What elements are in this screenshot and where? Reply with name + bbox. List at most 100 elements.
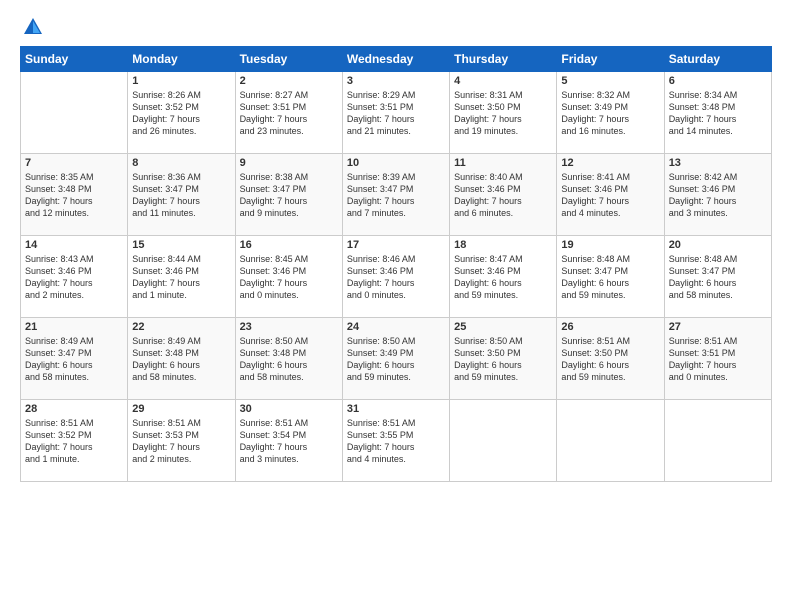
day-info: Sunrise: 8:45 AM Sunset: 3:46 PM Dayligh…: [240, 253, 338, 302]
calendar-cell: 2 Sunrise: 8:27 AM Sunset: 3:51 PM Daylig…: [235, 72, 342, 154]
day-number: 12: [561, 157, 659, 169]
calendar-week-5: 28 Sunrise: 8:51 AM Sunset: 3:52 PM Dayli…: [21, 400, 772, 482]
day-number: 19: [561, 239, 659, 251]
calendar-cell: 30 Sunrise: 8:51 AM Sunset: 3:54 PM Dayli…: [235, 400, 342, 482]
calendar-week-2: 7 Sunrise: 8:35 AM Sunset: 3:48 PM Daylig…: [21, 154, 772, 236]
weekday-header-wednesday: Wednesday: [342, 47, 449, 72]
weekday-header-friday: Friday: [557, 47, 664, 72]
logo-icon: [22, 16, 44, 38]
day-info: Sunrise: 8:50 AM Sunset: 3:48 PM Dayligh…: [240, 335, 338, 384]
day-info: Sunrise: 8:34 AM Sunset: 3:48 PM Dayligh…: [669, 89, 767, 138]
day-number: 27: [669, 321, 767, 333]
day-number: 1: [132, 75, 230, 87]
day-number: 24: [347, 321, 445, 333]
day-info: Sunrise: 8:46 AM Sunset: 3:46 PM Dayligh…: [347, 253, 445, 302]
calendar-cell: [557, 400, 664, 482]
day-info: Sunrise: 8:42 AM Sunset: 3:46 PM Dayligh…: [669, 171, 767, 220]
calendar-cell: 29 Sunrise: 8:51 AM Sunset: 3:53 PM Dayli…: [128, 400, 235, 482]
day-number: 11: [454, 157, 552, 169]
calendar-cell: 17 Sunrise: 8:46 AM Sunset: 3:46 PM Dayli…: [342, 236, 449, 318]
day-info: Sunrise: 8:43 AM Sunset: 3:46 PM Dayligh…: [25, 253, 123, 302]
calendar-cell: 15 Sunrise: 8:44 AM Sunset: 3:46 PM Dayli…: [128, 236, 235, 318]
day-number: 25: [454, 321, 552, 333]
calendar-cell: 3Sunrise: 8:29 AM Sunset: 3:51 PM Daylig…: [342, 72, 449, 154]
logo: [20, 18, 44, 38]
day-number: 20: [669, 239, 767, 251]
day-number: 7: [25, 157, 123, 169]
day-info: Sunrise: 8:29 AM Sunset: 3:51 PM Dayligh…: [347, 89, 445, 138]
calendar-cell: 24Sunrise: 8:50 AM Sunset: 3:49 PM Dayli…: [342, 318, 449, 400]
calendar-cell: 6Sunrise: 8:34 AM Sunset: 3:48 PM Daylig…: [664, 72, 771, 154]
day-number: 21: [25, 321, 123, 333]
weekday-header-row: SundayMondayTuesdayWednesdayThursdayFrid…: [21, 47, 772, 72]
day-number: 9: [240, 157, 338, 169]
day-number: 28: [25, 403, 123, 415]
calendar-cell: 18 Sunrise: 8:47 AM Sunset: 3:46 PM Dayli…: [450, 236, 557, 318]
day-info: Sunrise: 8:51 AM Sunset: 3:51 PM Dayligh…: [669, 335, 767, 384]
day-number: 15: [132, 239, 230, 251]
day-number: 31: [347, 403, 445, 415]
calendar-week-1: 1Sunrise: 8:26 AM Sunset: 3:52 PM Daylig…: [21, 72, 772, 154]
day-info: Sunrise: 8:38 AM Sunset: 3:47 PM Dayligh…: [240, 171, 338, 220]
calendar-cell: 14 Sunrise: 8:43 AM Sunset: 3:46 PM Dayli…: [21, 236, 128, 318]
day-info: Sunrise: 8:44 AM Sunset: 3:46 PM Dayligh…: [132, 253, 230, 302]
day-number: 18: [454, 239, 552, 251]
calendar-cell: 7 Sunrise: 8:35 AM Sunset: 3:48 PM Daylig…: [21, 154, 128, 236]
day-number: 22: [132, 321, 230, 333]
day-info: Sunrise: 8:32 AM Sunset: 3:49 PM Dayligh…: [561, 89, 659, 138]
calendar-cell: 19 Sunrise: 8:48 AM Sunset: 3:47 PM Dayli…: [557, 236, 664, 318]
calendar-cell: 4 Sunrise: 8:31 AM Sunset: 3:50 PM Daylig…: [450, 72, 557, 154]
calendar-week-3: 14 Sunrise: 8:43 AM Sunset: 3:46 PM Dayli…: [21, 236, 772, 318]
day-number: 4: [454, 75, 552, 87]
weekday-header-sunday: Sunday: [21, 47, 128, 72]
day-number: 16: [240, 239, 338, 251]
calendar-cell: 13 Sunrise: 8:42 AM Sunset: 3:46 PM Dayli…: [664, 154, 771, 236]
day-info: Sunrise: 8:27 AM Sunset: 3:51 PM Dayligh…: [240, 89, 338, 138]
day-info: Sunrise: 8:35 AM Sunset: 3:48 PM Dayligh…: [25, 171, 123, 220]
calendar-cell: [664, 400, 771, 482]
day-number: 10: [347, 157, 445, 169]
calendar-cell: 22Sunrise: 8:49 AM Sunset: 3:48 PM Dayli…: [128, 318, 235, 400]
day-number: 13: [669, 157, 767, 169]
day-info: Sunrise: 8:51 AM Sunset: 3:53 PM Dayligh…: [132, 417, 230, 466]
day-info: Sunrise: 8:51 AM Sunset: 3:52 PM Dayligh…: [25, 417, 123, 466]
calendar-cell: 8 Sunrise: 8:36 AM Sunset: 3:47 PM Daylig…: [128, 154, 235, 236]
calendar-cell: 12 Sunrise: 8:41 AM Sunset: 3:46 PM Dayli…: [557, 154, 664, 236]
day-number: 30: [240, 403, 338, 415]
calendar-cell: 31 Sunrise: 8:51 AM Sunset: 3:55 PM Dayli…: [342, 400, 449, 482]
calendar-cell: 1Sunrise: 8:26 AM Sunset: 3:52 PM Daylig…: [128, 72, 235, 154]
calendar-cell: 23 Sunrise: 8:50 AM Sunset: 3:48 PM Dayli…: [235, 318, 342, 400]
day-number: 8: [132, 157, 230, 169]
day-info: Sunrise: 8:51 AM Sunset: 3:54 PM Dayligh…: [240, 417, 338, 466]
day-info: Sunrise: 8:51 AM Sunset: 3:55 PM Dayligh…: [347, 417, 445, 466]
header: [20, 18, 772, 38]
weekday-header-monday: Monday: [128, 47, 235, 72]
day-info: Sunrise: 8:36 AM Sunset: 3:47 PM Dayligh…: [132, 171, 230, 220]
day-number: 5: [561, 75, 659, 87]
day-info: Sunrise: 8:47 AM Sunset: 3:46 PM Dayligh…: [454, 253, 552, 302]
day-info: Sunrise: 8:50 AM Sunset: 3:50 PM Dayligh…: [454, 335, 552, 384]
weekday-header-saturday: Saturday: [664, 47, 771, 72]
day-info: Sunrise: 8:49 AM Sunset: 3:47 PM Dayligh…: [25, 335, 123, 384]
page: SundayMondayTuesdayWednesdayThursdayFrid…: [0, 0, 792, 612]
day-info: Sunrise: 8:41 AM Sunset: 3:46 PM Dayligh…: [561, 171, 659, 220]
day-number: 23: [240, 321, 338, 333]
day-info: Sunrise: 8:39 AM Sunset: 3:47 PM Dayligh…: [347, 171, 445, 220]
day-number: 2: [240, 75, 338, 87]
day-number: 17: [347, 239, 445, 251]
day-info: Sunrise: 8:40 AM Sunset: 3:46 PM Dayligh…: [454, 171, 552, 220]
calendar-cell: 21 Sunrise: 8:49 AM Sunset: 3:47 PM Dayli…: [21, 318, 128, 400]
calendar-cell: 9 Sunrise: 8:38 AM Sunset: 3:47 PM Daylig…: [235, 154, 342, 236]
day-info: Sunrise: 8:31 AM Sunset: 3:50 PM Dayligh…: [454, 89, 552, 138]
day-number: 29: [132, 403, 230, 415]
day-info: Sunrise: 8:51 AM Sunset: 3:50 PM Dayligh…: [561, 335, 659, 384]
calendar-cell: 26Sunrise: 8:51 AM Sunset: 3:50 PM Dayli…: [557, 318, 664, 400]
calendar-cell: 5 Sunrise: 8:32 AM Sunset: 3:49 PM Daylig…: [557, 72, 664, 154]
calendar-cell: 11 Sunrise: 8:40 AM Sunset: 3:46 PM Dayli…: [450, 154, 557, 236]
day-number: 14: [25, 239, 123, 251]
day-info: Sunrise: 8:48 AM Sunset: 3:47 PM Dayligh…: [561, 253, 659, 302]
calendar-table: SundayMondayTuesdayWednesdayThursdayFrid…: [20, 46, 772, 482]
day-info: Sunrise: 8:48 AM Sunset: 3:47 PM Dayligh…: [669, 253, 767, 302]
calendar-week-4: 21 Sunrise: 8:49 AM Sunset: 3:47 PM Dayli…: [21, 318, 772, 400]
calendar-cell: [21, 72, 128, 154]
